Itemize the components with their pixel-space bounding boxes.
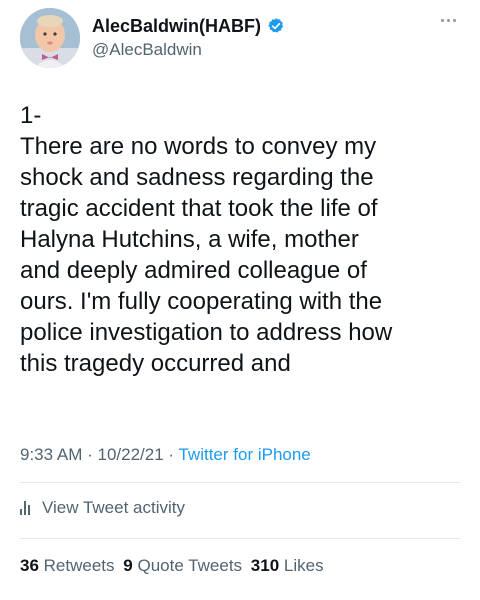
verified-badge-icon xyxy=(267,17,285,35)
meta-separator: · xyxy=(163,445,179,464)
tweet-text-line: shock and sadness regarding the xyxy=(20,164,374,191)
likes-count: 310 xyxy=(250,556,280,575)
tweet-text-line: 1- xyxy=(20,102,42,129)
display-name-row: AlecBaldwin(HABF) xyxy=(92,14,285,38)
display-name[interactable]: AlecBaldwin(HABF) xyxy=(92,16,261,37)
divider xyxy=(20,538,460,539)
tweet-text-line: and deeply admired colleague of xyxy=(20,257,367,284)
tweet-text-line: Halyna Hutchins, a wife, mother xyxy=(20,226,359,253)
view-tweet-activity-label: View Tweet activity xyxy=(42,498,185,517)
divider xyxy=(20,482,460,483)
analytics-icon xyxy=(20,501,34,515)
more-options-icon[interactable] xyxy=(436,12,460,28)
tweet-date[interactable]: 10/22/21 xyxy=(97,445,163,464)
meta-separator: · xyxy=(82,445,98,464)
retweets-label: Retweets xyxy=(43,556,115,575)
tweet-stats: 36 Retweets 9 Quote Tweets 310 Likes xyxy=(20,556,328,576)
retweets-stat[interactable]: 36 Retweets xyxy=(20,556,115,575)
author-names: AlecBaldwin(HABF) @AlecBaldwin xyxy=(92,14,285,60)
quote-tweets-stat[interactable]: 9 Quote Tweets xyxy=(123,556,242,575)
likes-stat[interactable]: 310 Likes xyxy=(251,556,324,575)
quote-tweets-label: Quote Tweets xyxy=(137,556,243,575)
tweet-text: 1- There are no words to convey my shock… xyxy=(20,100,460,379)
tweet-text-line: this tragedy occurred and xyxy=(20,350,291,377)
likes-label: Likes xyxy=(283,556,324,575)
retweets-count: 36 xyxy=(20,556,39,575)
tweet-text-line: tragic accident that took the life of xyxy=(20,195,378,222)
tweet-text-line: There are no words to convey my xyxy=(20,133,377,160)
view-tweet-activity-button[interactable]: View Tweet activity xyxy=(20,498,185,518)
author-handle[interactable]: @AlecBaldwin xyxy=(92,40,285,60)
avatar-image xyxy=(20,8,80,68)
tweet-header: AlecBaldwin(HABF) @AlecBaldwin xyxy=(20,8,460,72)
tweet-text-line: ours. I'm fully cooperating with the xyxy=(20,288,383,315)
tweet-meta: 9:33 AM · 10/22/21 · Twitter for iPhone xyxy=(20,445,311,465)
tweet-card: AlecBaldwin(HABF) @AlecBaldwin 1- There … xyxy=(0,0,480,600)
avatar[interactable] xyxy=(20,8,80,68)
tweet-time[interactable]: 9:33 AM xyxy=(20,445,82,464)
tweet-source-link[interactable]: Twitter for iPhone xyxy=(178,445,310,464)
quote-tweets-count: 9 xyxy=(123,556,133,575)
tweet-text-line: police investigation to address how xyxy=(20,319,393,346)
